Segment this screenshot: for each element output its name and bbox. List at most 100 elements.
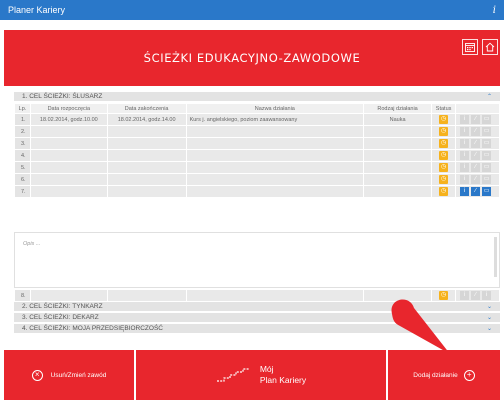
table-row[interactable]: 2. ◷ i ∕ ▭ xyxy=(14,125,500,138)
end-date-cell xyxy=(106,185,187,198)
start-date-cell xyxy=(29,149,108,162)
edit-icon[interactable]: ∕ xyxy=(471,151,481,160)
row-number: 5. xyxy=(14,161,31,174)
chevron-down-icon[interactable]: ⌄ xyxy=(487,325,492,332)
remove-change-profession-button[interactable]: × Usuń/Zmień zawód xyxy=(4,350,134,400)
table-row[interactable]: 6. ◷ i ∕ ▭ xyxy=(14,173,500,186)
button-label: Usuń/Zmień zawód xyxy=(50,371,107,379)
header-banner: ŚCIEŻKI EDUKACYJNO-ZAWODOWE xyxy=(4,30,500,86)
table-row[interactable]: 5. ◷ i ∕ ▭ xyxy=(14,161,500,174)
scrollbar[interactable] xyxy=(494,237,497,277)
table-row[interactable]: 1. 18.02.2014, godz.10.00 18.02.2014, godz… xyxy=(14,113,500,126)
edit-icon[interactable]: ∕ xyxy=(471,175,481,184)
info-icon[interactable]: i xyxy=(493,5,496,16)
edit-icon[interactable]: ∕ xyxy=(471,139,481,148)
section-number: 2. xyxy=(22,303,28,310)
column-header: Data zakończenia xyxy=(106,103,187,114)
plus-circle-icon: + xyxy=(463,369,475,381)
activity-name-cell xyxy=(185,149,365,162)
section-label: CEL ŚCIEŻKI: MOJA PRZEDSIĘBIORCZOŚĆ xyxy=(29,325,163,332)
close-circle-icon: × xyxy=(31,369,43,381)
info-icon[interactable]: i xyxy=(460,127,470,136)
row-number: 3. xyxy=(14,137,31,150)
activity-type-cell xyxy=(363,137,433,150)
home-icon xyxy=(485,42,495,52)
delete-icon[interactable]: ▭ xyxy=(482,115,492,124)
clock-icon[interactable]: ◷ xyxy=(439,139,449,148)
row-number: 8. xyxy=(14,289,31,302)
column-header-actions xyxy=(455,103,500,114)
table-row[interactable]: 7. ◷ i ∕ ▭ xyxy=(14,185,500,198)
clock-icon[interactable]: ◷ xyxy=(439,151,449,160)
info-icon[interactable]: i xyxy=(460,163,470,172)
end-date-cell xyxy=(106,149,187,162)
start-date-cell: 18.02.2014, godz.10.00 xyxy=(29,113,108,126)
edit-icon[interactable]: ∕ xyxy=(471,127,481,136)
info-icon[interactable]: i xyxy=(460,115,470,124)
chevron-down-icon[interactable]: ⌄ xyxy=(487,314,492,321)
delete-icon[interactable]: ▭ xyxy=(482,175,492,184)
start-date-cell xyxy=(29,173,108,186)
row-number: 2. xyxy=(14,125,31,138)
add-activity-button[interactable]: Dodaj działanie + xyxy=(388,350,500,400)
info-icon[interactable]: i xyxy=(460,291,470,300)
delete-icon[interactable]: ▭ xyxy=(482,151,492,160)
activity-type-cell: Nauka xyxy=(363,113,433,126)
edit-icon[interactable]: ∕ xyxy=(471,291,481,300)
description-field[interactable]: Opis ... xyxy=(14,232,500,288)
button-label-line-2: Plan Kariery xyxy=(259,375,307,385)
delete-icon[interactable]: ▭ xyxy=(482,127,492,136)
delete-icon[interactable]: ▭ xyxy=(482,163,492,172)
home-button[interactable] xyxy=(482,39,498,55)
stairs-icon xyxy=(216,368,249,382)
section-number: 3. xyxy=(22,314,28,321)
activity-name-cell xyxy=(185,173,365,186)
edit-icon[interactable]: ∕ xyxy=(471,163,481,172)
my-career-plan-button[interactable]: Mój Plan Kariery xyxy=(136,350,386,400)
activity-type-cell xyxy=(363,149,433,162)
start-date-cell xyxy=(29,185,108,198)
column-header: Nazwa działania xyxy=(185,103,365,114)
button-label-line-1: Mój xyxy=(259,364,274,374)
section-label: CEL ŚCIEŻKI: TYNKARZ xyxy=(29,303,103,310)
activity-name-cell xyxy=(185,161,365,174)
clock-icon[interactable]: ◷ xyxy=(439,163,449,172)
clock-icon[interactable]: ◷ xyxy=(439,187,449,196)
delete-icon[interactable]: ▭ xyxy=(482,139,492,148)
clock-icon[interactable]: ◷ xyxy=(439,127,449,136)
section-number: 4. xyxy=(22,325,28,332)
activities-table: Lp. Data rozpoczęcia Data zakończenia Na… xyxy=(14,103,500,198)
row-number: 7. xyxy=(14,185,31,198)
table-row[interactable]: 4. ◷ i ∕ ▭ xyxy=(14,149,500,162)
start-date-cell xyxy=(29,137,108,150)
calendar-icon xyxy=(465,43,475,52)
chevron-down-icon[interactable]: ⌄ xyxy=(487,303,492,310)
end-date-cell: 18.02.2014, godz.14.00 xyxy=(106,113,187,126)
description-placeholder: Opis ... xyxy=(23,241,41,247)
info-icon[interactable]: i xyxy=(460,151,470,160)
pointer-marker xyxy=(391,299,450,354)
clock-icon[interactable]: ◷ xyxy=(439,115,449,124)
calendar-button[interactable] xyxy=(462,39,478,55)
info-icon[interactable]: i xyxy=(460,139,470,148)
activity-name-cell xyxy=(185,185,365,198)
activity-type-cell xyxy=(363,125,433,138)
activity-name-cell xyxy=(185,125,365,138)
section-header-1[interactable]: 1. CEL ŚCIEŻKI: ŚLUSARZ ⌃ xyxy=(14,92,500,102)
edit-icon[interactable]: ∕ xyxy=(471,187,481,196)
column-header: Rodzaj działania xyxy=(363,103,433,114)
chevron-up-icon[interactable]: ⌃ xyxy=(487,93,492,100)
section-label: CEL ŚCIEŻKI: DEKARZ xyxy=(29,314,99,321)
row-number: 1. xyxy=(14,113,31,126)
clock-icon[interactable]: ◷ xyxy=(439,175,449,184)
delete-icon[interactable]: ▭ xyxy=(482,187,492,196)
column-header: Status xyxy=(431,103,457,114)
edit-icon[interactable]: ∕ xyxy=(471,115,481,124)
more-icon[interactable]: i xyxy=(482,291,492,300)
end-date-cell xyxy=(106,173,187,186)
table-row[interactable]: 3. ◷ i ∕ ▭ xyxy=(14,137,500,150)
info-icon[interactable]: i xyxy=(460,175,470,184)
info-icon[interactable]: i xyxy=(460,187,470,196)
row-number: 6. xyxy=(14,173,31,186)
activity-type-cell xyxy=(363,185,433,198)
